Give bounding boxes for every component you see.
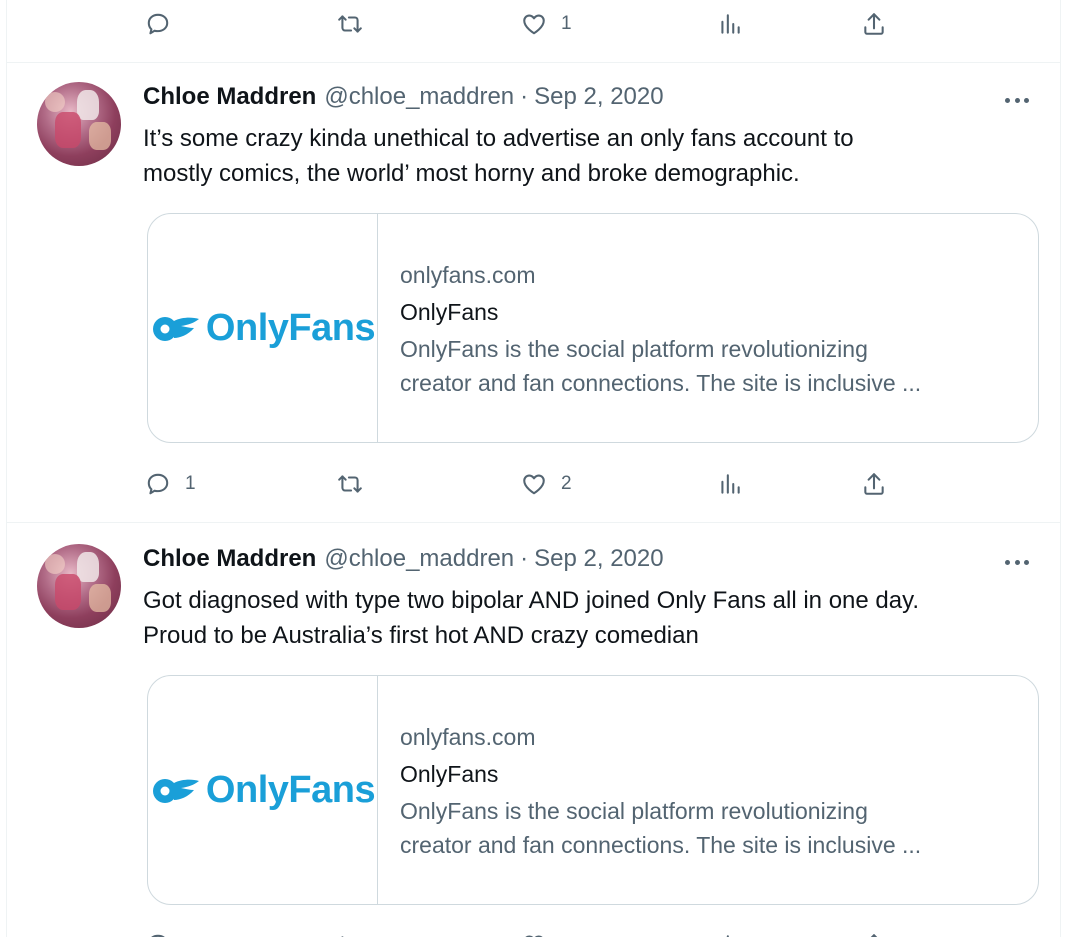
onlyfans-logo: OnlyFans — [150, 768, 376, 812]
tweet[interactable]: Chloe Maddren @chloe_maddren · Sep 2, 20… — [7, 523, 1060, 937]
more-options-button[interactable] — [1000, 90, 1034, 110]
more-options-button[interactable] — [1000, 552, 1034, 572]
link-card-image: OnlyFans — [148, 676, 378, 904]
like-count: 2 — [561, 473, 572, 494]
share-button[interactable] — [861, 464, 887, 504]
retweet-button[interactable] — [337, 925, 363, 937]
like-icon — [523, 474, 545, 495]
link-card-description: OnlyFans is the social platform revoluti… — [400, 332, 1020, 400]
onlyfans-logo-icon — [152, 779, 199, 803]
tweet-actions — [7, 925, 1060, 937]
share-button[interactable] — [861, 925, 887, 937]
reply-button[interactable] — [145, 4, 185, 44]
tweet-text-line: It’s some crazy kinda unethical to adver… — [143, 125, 854, 152]
link-card[interactable]: OnlyFans onlyfans.com OnlyFans OnlyFans … — [147, 213, 1039, 443]
views-button[interactable] — [717, 4, 757, 44]
tweet-text-line: Got diagnosed with type two bipolar AND … — [143, 587, 919, 614]
tweet-text: It’s some crazy kinda unethical to adver… — [143, 121, 1043, 191]
link-card-title: OnlyFans — [400, 761, 499, 787]
tweet-actions-previous: 1 — [7, 4, 1060, 44]
header-separator: · — [520, 83, 529, 110]
like-count: 1 — [561, 13, 572, 34]
like-button[interactable] — [521, 925, 547, 937]
avatar[interactable] — [37, 82, 121, 166]
onlyfans-logo: OnlyFans — [150, 306, 376, 350]
views-icon — [721, 474, 740, 494]
views-icon — [726, 935, 729, 937]
avatar[interactable] — [37, 544, 121, 628]
reply-button[interactable]: 1 — [145, 464, 196, 504]
onlyfans-logo-icon — [152, 317, 199, 341]
author-name[interactable]: Chloe Maddren — [143, 545, 316, 573]
link-card-description-line: OnlyFans is the social platform revoluti… — [400, 798, 868, 824]
like-icon — [525, 935, 543, 937]
tweet-text-line: mostly comics, the world’ most horny and… — [143, 160, 800, 187]
like-icon — [523, 14, 545, 35]
reply-icon — [147, 473, 169, 495]
reply-icon — [147, 13, 169, 35]
views-icon — [721, 14, 740, 34]
share-icon — [864, 13, 884, 35]
link-card-image: OnlyFans — [148, 214, 378, 442]
link-card-description: OnlyFans is the social platform revoluti… — [400, 794, 1020, 862]
tweet-text: Got diagnosed with type two bipolar AND … — [143, 583, 1043, 653]
tweet-date[interactable]: Sep 2, 2020 — [534, 545, 663, 573]
retweet-icon — [338, 475, 362, 493]
onlyfans-wordmark: OnlyFans — [205, 306, 376, 349]
more-icon — [1005, 559, 1010, 565]
more-icon — [1005, 97, 1010, 103]
like-button[interactable]: 1 — [521, 4, 572, 44]
retweet-button[interactable] — [337, 4, 377, 44]
link-card-domain: onlyfans.com — [400, 724, 536, 750]
link-card-body: onlyfans.com OnlyFans OnlyFans is the so… — [400, 720, 1020, 862]
link-card[interactable]: OnlyFans onlyfans.com OnlyFans OnlyFans … — [147, 675, 1039, 905]
author-name[interactable]: Chloe Maddren — [143, 83, 316, 111]
tweet[interactable]: Chloe Maddren @chloe_maddren · Sep 2, 20… — [7, 63, 1060, 522]
tweet-date[interactable]: Sep 2, 2020 — [534, 83, 663, 111]
reply-button[interactable] — [145, 925, 171, 937]
share-icon — [864, 473, 884, 495]
like-button[interactable]: 2 — [521, 464, 572, 504]
link-card-description-line: creator and fan connections. The site is… — [400, 832, 922, 858]
tweet-header: Chloe Maddren @chloe_maddren · Sep 2, 20… — [143, 545, 664, 577]
onlyfans-wordmark: OnlyFans — [205, 768, 376, 811]
tweet-actions: 1 2 — [7, 464, 1060, 504]
views-button[interactable] — [717, 464, 757, 504]
link-card-body: onlyfans.com OnlyFans OnlyFans is the so… — [400, 258, 1020, 400]
link-card-description-line: creator and fan connections. The site is… — [400, 370, 922, 396]
share-button[interactable] — [861, 4, 887, 44]
reply-icon — [151, 934, 165, 937]
header-separator: · — [520, 545, 529, 572]
tweet-text-line: Proud to be Australia’s first hot AND cr… — [143, 622, 699, 649]
link-card-description-line: OnlyFans is the social platform revoluti… — [400, 336, 868, 362]
views-button[interactable] — [717, 925, 743, 937]
retweet-icon — [338, 15, 362, 33]
reply-count: 1 — [185, 473, 196, 494]
link-card-domain: onlyfans.com — [400, 262, 536, 288]
retweet-icon — [341, 936, 344, 937]
author-handle[interactable]: @chloe_maddren — [324, 545, 514, 573]
retweet-button[interactable] — [337, 464, 377, 504]
link-card-title: OnlyFans — [400, 299, 499, 325]
timeline: 1 Chloe Maddren @chloe_maddren · Sep 2, … — [6, 0, 1061, 937]
author-handle[interactable]: @chloe_maddren — [324, 83, 514, 111]
share-icon — [870, 934, 878, 937]
tweet-header: Chloe Maddren @chloe_maddren · Sep 2, 20… — [143, 83, 664, 115]
